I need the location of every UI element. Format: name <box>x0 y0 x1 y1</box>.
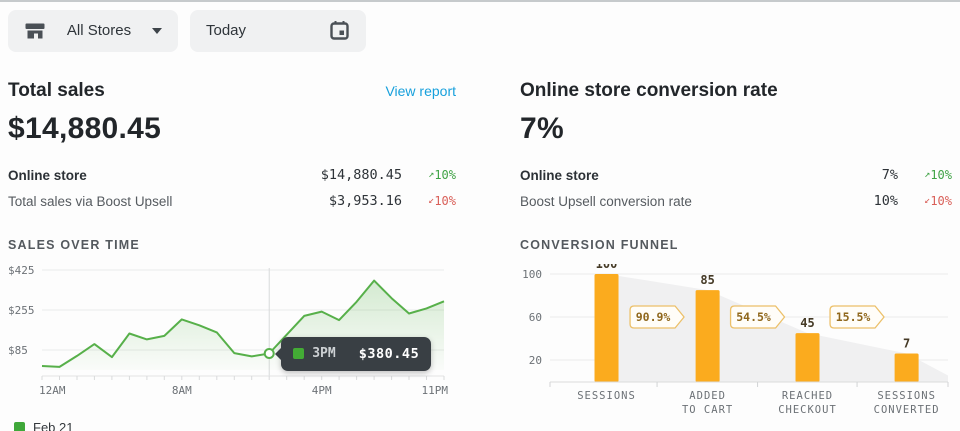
conversion-title: Online store conversion rate <box>520 80 778 102</box>
svg-text:CHECKOUT: CHECKOUT <box>778 404 837 416</box>
chevron-down-icon <box>152 28 162 34</box>
storefront-icon <box>24 21 46 41</box>
delta-value: 10% <box>434 194 456 208</box>
total-sales-title: Total sales <box>8 80 105 102</box>
stat-label: Online store <box>520 168 882 183</box>
svg-text:$255: $255 <box>8 304 35 317</box>
sales-chart-area: $85 $255 $425 12AM 8AM 4PM 11PM 3PM $380.45 <box>8 264 456 404</box>
delta-badge-up: ↗10% <box>402 168 456 182</box>
conversion-rate-value: 7% <box>520 112 952 146</box>
sales-line-chart[interactable]: $85 $255 $425 12AM 8AM 4PM 11PM <box>8 264 456 399</box>
tooltip-value: $380.45 <box>359 346 419 362</box>
view-report-link[interactable]: View report <box>385 83 456 99</box>
svg-text:REACHED: REACHED <box>782 390 833 402</box>
conversion-header: Online store conversion rate <box>520 80 952 102</box>
svg-text:11PM: 11PM <box>422 384 449 397</box>
sales-over-time-title: SALES OVER TIME <box>8 238 456 252</box>
conversion-rate-panel: Online store conversion rate 7% Online s… <box>520 54 952 431</box>
svg-text:54.5%: 54.5% <box>736 310 771 324</box>
svg-text:CONVERTED: CONVERTED <box>874 404 940 416</box>
tooltip-arrow <box>275 348 281 360</box>
stat-label: Online store <box>8 168 321 183</box>
toolbar: All Stores Today <box>0 2 960 54</box>
stat-row-online-store-sales: Online store $14,880.45 ↗10% <box>8 162 456 188</box>
delta-badge-down: ↙10% <box>898 194 952 208</box>
conversion-funnel-chart[interactable]: 20 60 100 100 85 45 7 90.9% 54.5% 15.5% SESSIONS AD… <box>520 264 952 419</box>
stat-value: $14,880.45 <box>321 167 402 183</box>
stat-value: $3,953.16 <box>329 193 402 209</box>
stat-row-boost-upsell-rate: Boost Upsell conversion rate 10% ↙10% <box>520 188 952 214</box>
legend-label: Feb 21 <box>33 420 73 431</box>
stat-label: Total sales via Boost Upsell <box>8 194 329 209</box>
svg-text:7: 7 <box>903 337 910 351</box>
svg-text:100: 100 <box>522 268 542 281</box>
tooltip-time: 3PM <box>312 346 335 361</box>
stat-row-boost-upsell-sales: Total sales via Boost Upsell $3,953.16 ↙… <box>8 188 456 214</box>
svg-text:$425: $425 <box>8 264 35 277</box>
total-sales-panel: Total sales View report $14,880.45 Onlin… <box>8 54 456 431</box>
stat-value: 7% <box>882 167 898 183</box>
stat-label: Boost Upsell conversion rate <box>520 194 874 209</box>
svg-text:SESSIONS: SESSIONS <box>877 390 936 402</box>
conversion-funnel-title: CONVERSION FUNNEL <box>520 238 952 252</box>
svg-text:20: 20 <box>529 354 542 367</box>
stat-value: 10% <box>874 193 898 209</box>
delta-badge-down: ↙10% <box>402 194 456 208</box>
calendar-icon <box>329 20 350 41</box>
date-selector-button[interactable]: Today <box>190 10 366 52</box>
svg-text:SESSIONS: SESSIONS <box>577 390 636 402</box>
svg-text:12AM: 12AM <box>39 384 66 397</box>
svg-text:85: 85 <box>700 273 714 287</box>
svg-text:15.5%: 15.5% <box>836 310 871 324</box>
svg-text:ADDED: ADDED <box>689 390 726 402</box>
store-selector-button[interactable]: All Stores <box>8 10 178 52</box>
store-selector-label: All Stores <box>67 22 131 39</box>
legend-swatch-green <box>14 422 25 431</box>
total-sales-header: Total sales View report <box>8 80 456 102</box>
svg-text:TO CART: TO CART <box>682 404 733 416</box>
delta-value: 10% <box>434 168 456 182</box>
svg-text:90.9%: 90.9% <box>636 310 671 324</box>
svg-text:45: 45 <box>800 316 814 330</box>
delta-value: 10% <box>930 194 952 208</box>
dashboard-panels: Total sales View report $14,880.45 Onlin… <box>0 54 960 431</box>
svg-text:60: 60 <box>529 311 542 324</box>
series-color-swatch <box>293 348 304 359</box>
chart-tooltip: 3PM $380.45 <box>281 337 431 371</box>
date-selector-label: Today <box>206 22 246 39</box>
total-sales-value: $14,880.45 <box>8 112 456 146</box>
svg-text:8AM: 8AM <box>172 384 192 397</box>
sales-legend: Feb 21 <box>14 420 456 431</box>
delta-badge-up: ↗10% <box>898 168 952 182</box>
svg-text:100: 100 <box>596 264 618 271</box>
svg-text:4PM: 4PM <box>312 384 332 397</box>
funnel-chart-area: 20 60 100 100 85 45 7 90.9% 54.5% 15.5% SESSIONS AD… <box>520 264 952 424</box>
stat-row-online-store-rate: Online store 7% ↗10% <box>520 162 952 188</box>
delta-value: 10% <box>930 168 952 182</box>
svg-text:$85: $85 <box>8 344 28 357</box>
